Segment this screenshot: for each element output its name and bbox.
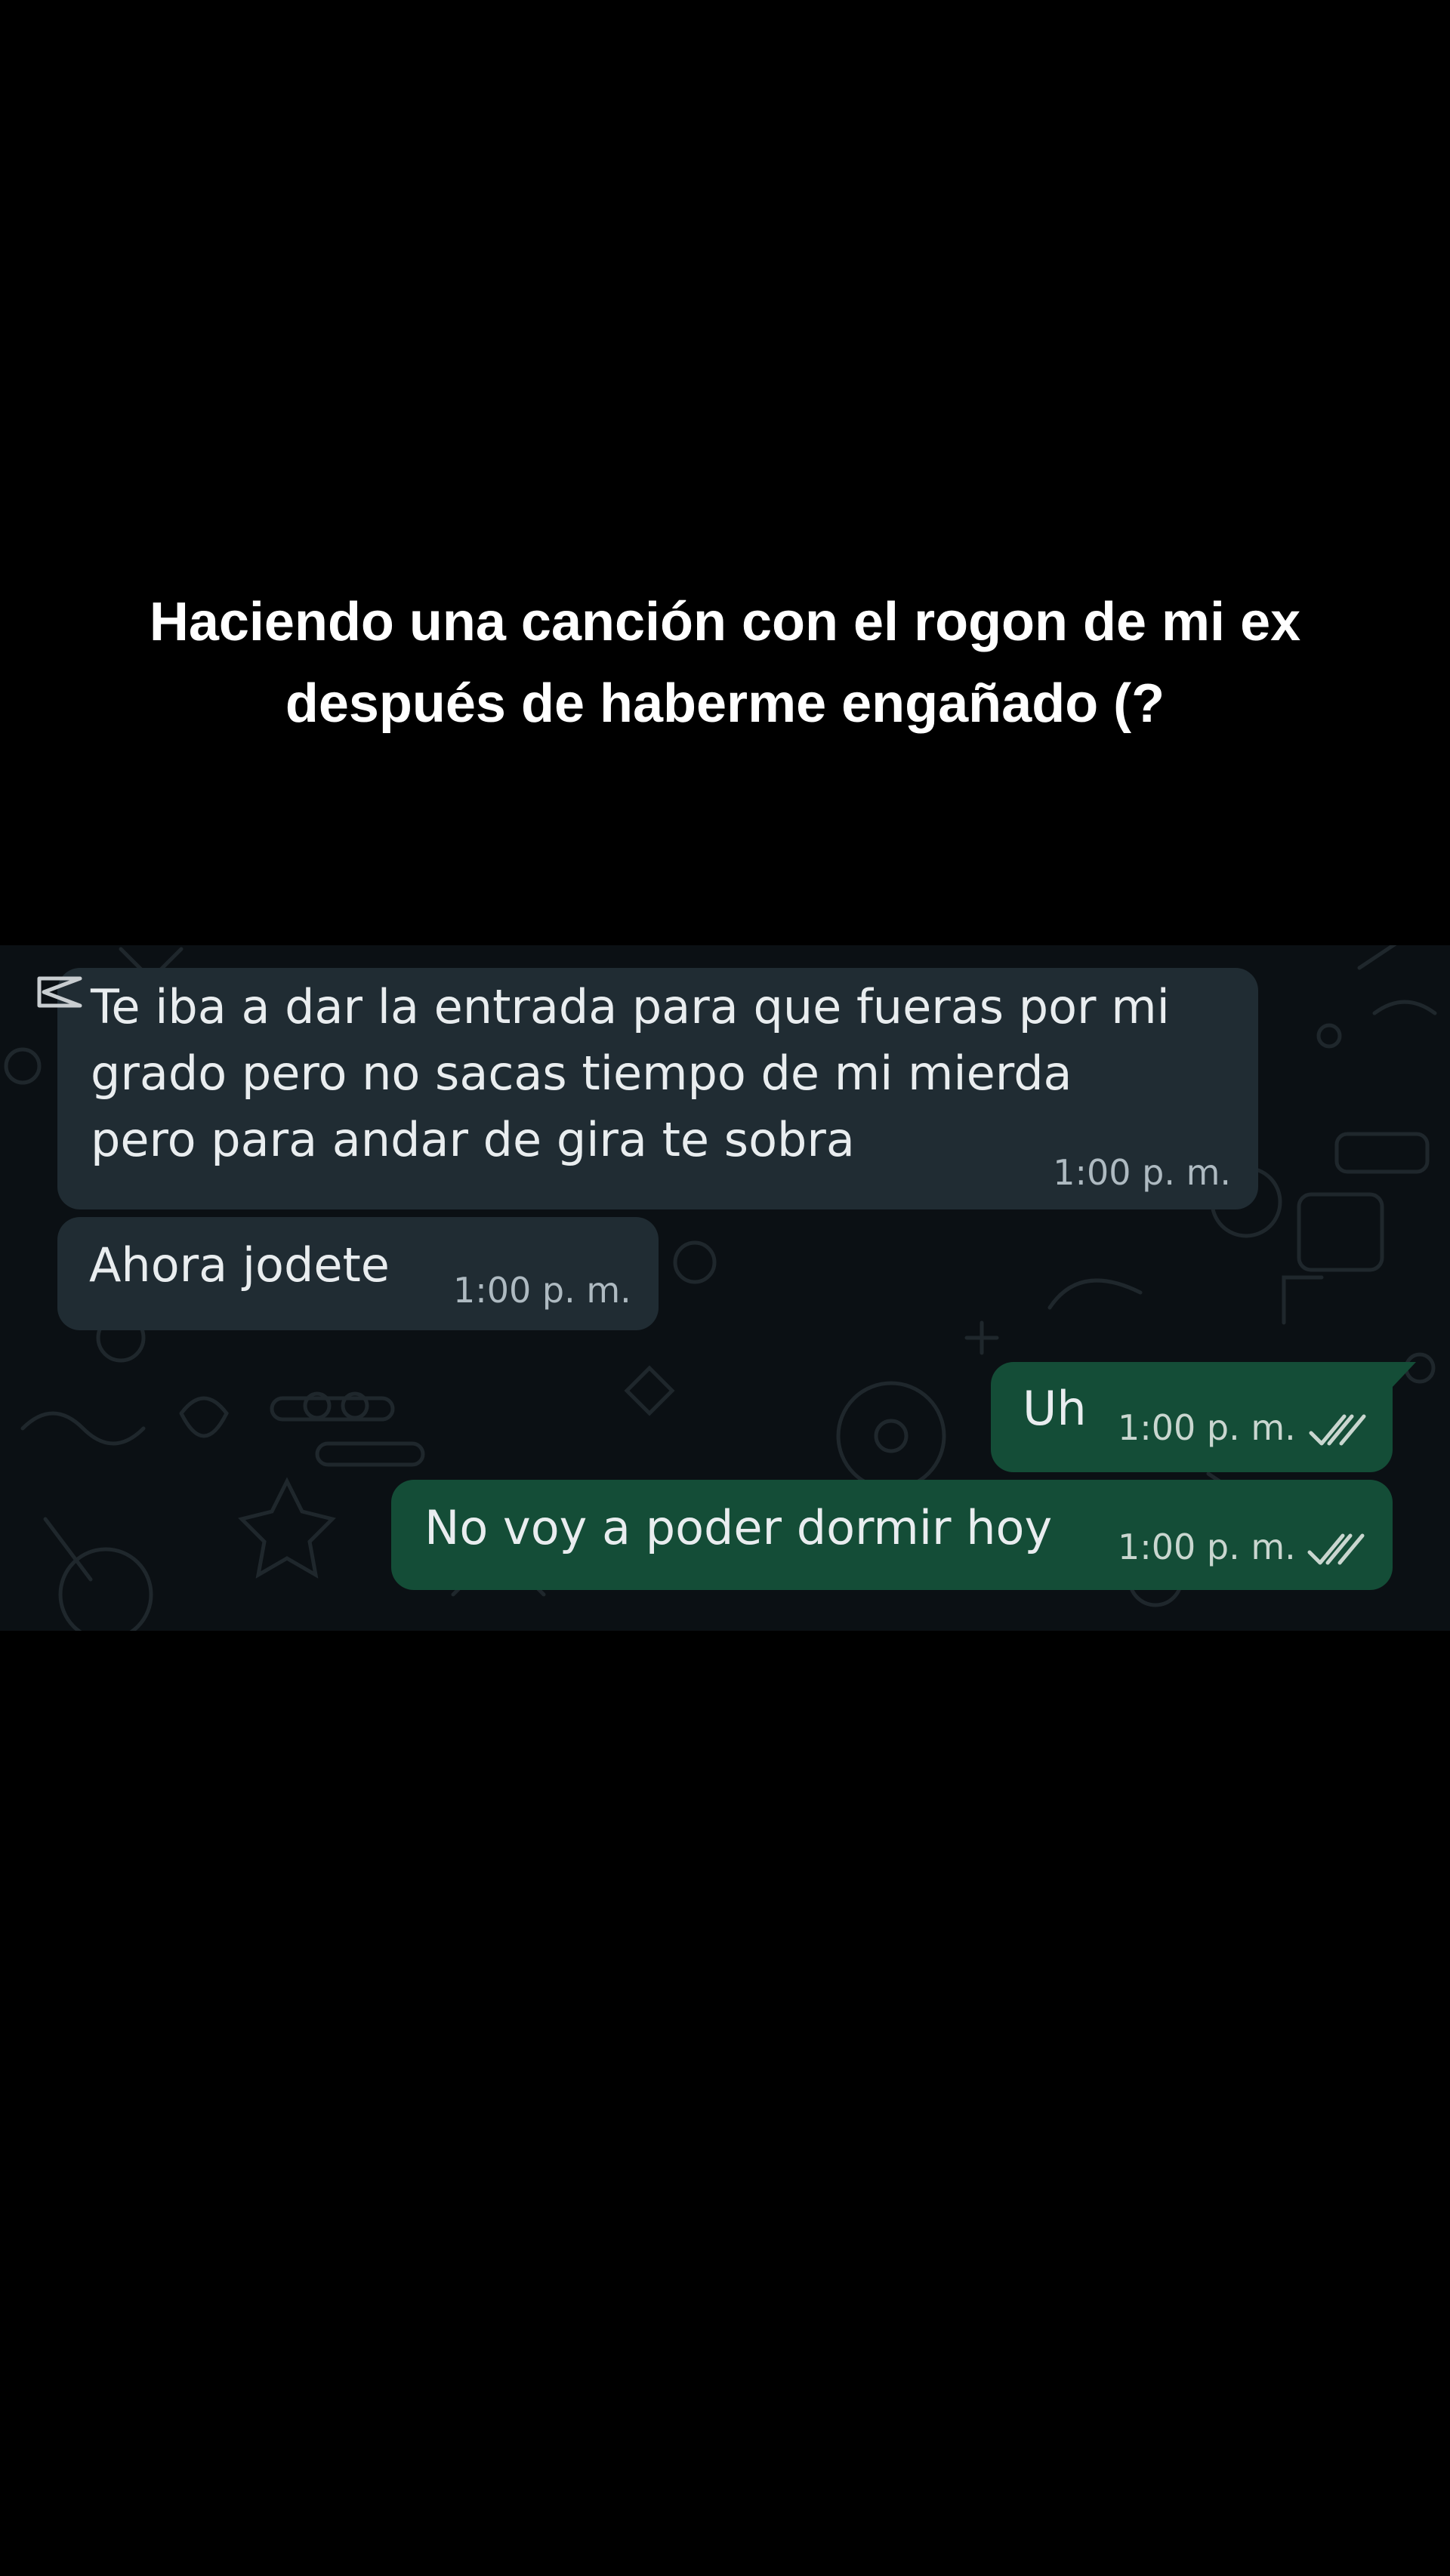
incoming-message-bubble[interactable]: Te iba a dar la entrada para que fueras … [57,968,1258,1209]
message-text-line: pero para andar de gira te sobra [91,1112,855,1167]
message-text: Ahora jodete [89,1237,390,1293]
message-text-line: grado pero no sacas tiempo de mi mierda [91,1046,1072,1101]
caption-line-2: después de haberme engañado (? [285,673,1165,734]
message-timestamp: 1:00 p. m. [1053,1152,1231,1193]
double-check-icon [1309,1414,1366,1446]
message-text-line: Te iba a dar la entrada para que fueras … [91,979,1170,1034]
capcut-logo-icon [37,976,82,1008]
outgoing-message-bubble[interactable]: Uh 1:00 p. m. [991,1362,1393,1472]
caption-line-1: Haciendo una canción con el rogon de mi … [149,592,1301,652]
double-check-icon [1307,1533,1365,1565]
message-timestamp: 1:00 p. m. [1118,1527,1296,1567]
message-text: No voy a poder dormir hoy [424,1500,1053,1555]
video-caption: Haciendo una canción con el rogon de mi … [0,581,1450,744]
message-timestamp: 1:00 p. m. [1118,1407,1296,1448]
chat-screenshot: Te iba a dar la entrada para que fueras … [0,945,1450,1631]
incoming-message-bubble[interactable]: Ahora jodete 1:00 p. m. [57,1217,659,1330]
message-timestamp: 1:00 p. m. [453,1270,631,1311]
bubble-tail [1392,1362,1416,1388]
outgoing-message-bubble[interactable]: No voy a poder dormir hoy 1:00 p. m. [391,1480,1393,1590]
message-text: Uh [1023,1381,1087,1436]
